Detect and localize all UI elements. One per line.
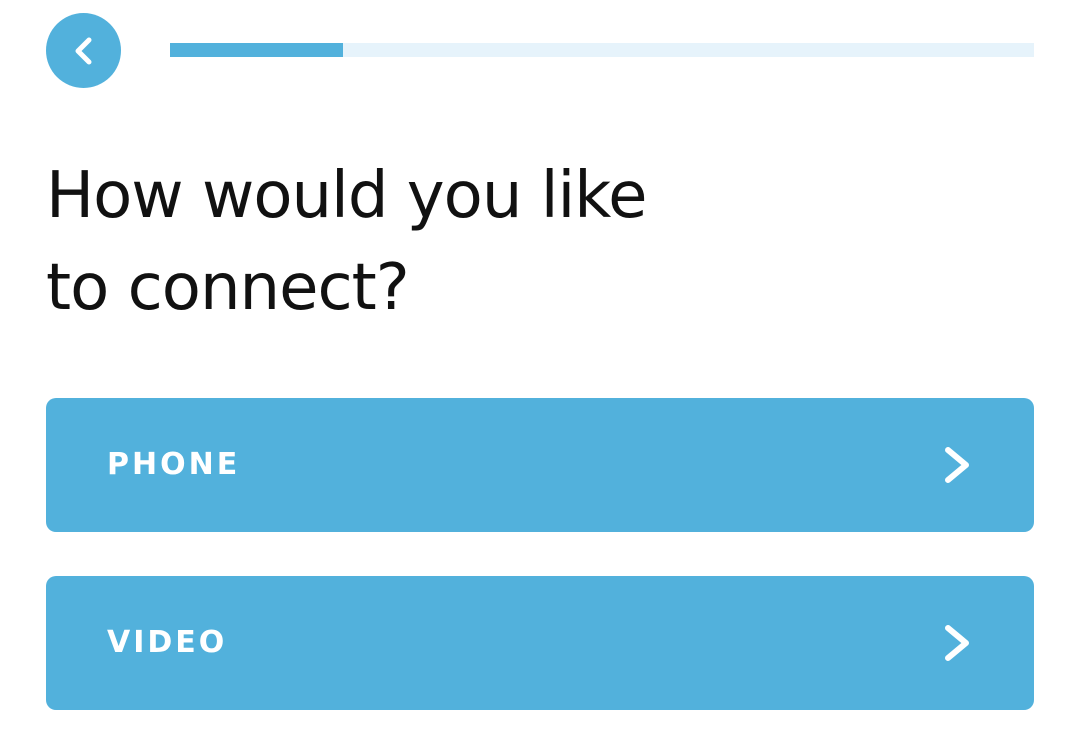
progress-fill bbox=[170, 43, 343, 57]
connection-options: PHONE VIDEO bbox=[46, 398, 1034, 710]
progress-bar bbox=[170, 43, 1034, 57]
page-title: How would you like to connect? bbox=[46, 150, 846, 334]
chevron-right-icon bbox=[938, 622, 976, 664]
video-option-label: VIDEO bbox=[107, 625, 228, 660]
page-title-line-2: to connect? bbox=[46, 251, 410, 325]
video-option-button[interactable]: VIDEO bbox=[46, 576, 1034, 710]
top-bar bbox=[46, 13, 1034, 89]
chevron-right-icon bbox=[938, 444, 976, 486]
phone-option-button[interactable]: PHONE bbox=[46, 398, 1034, 532]
page-title-line-1: How would you like bbox=[46, 159, 647, 233]
back-button[interactable] bbox=[46, 13, 121, 88]
phone-option-label: PHONE bbox=[107, 447, 241, 482]
chevron-left-icon bbox=[67, 34, 101, 68]
